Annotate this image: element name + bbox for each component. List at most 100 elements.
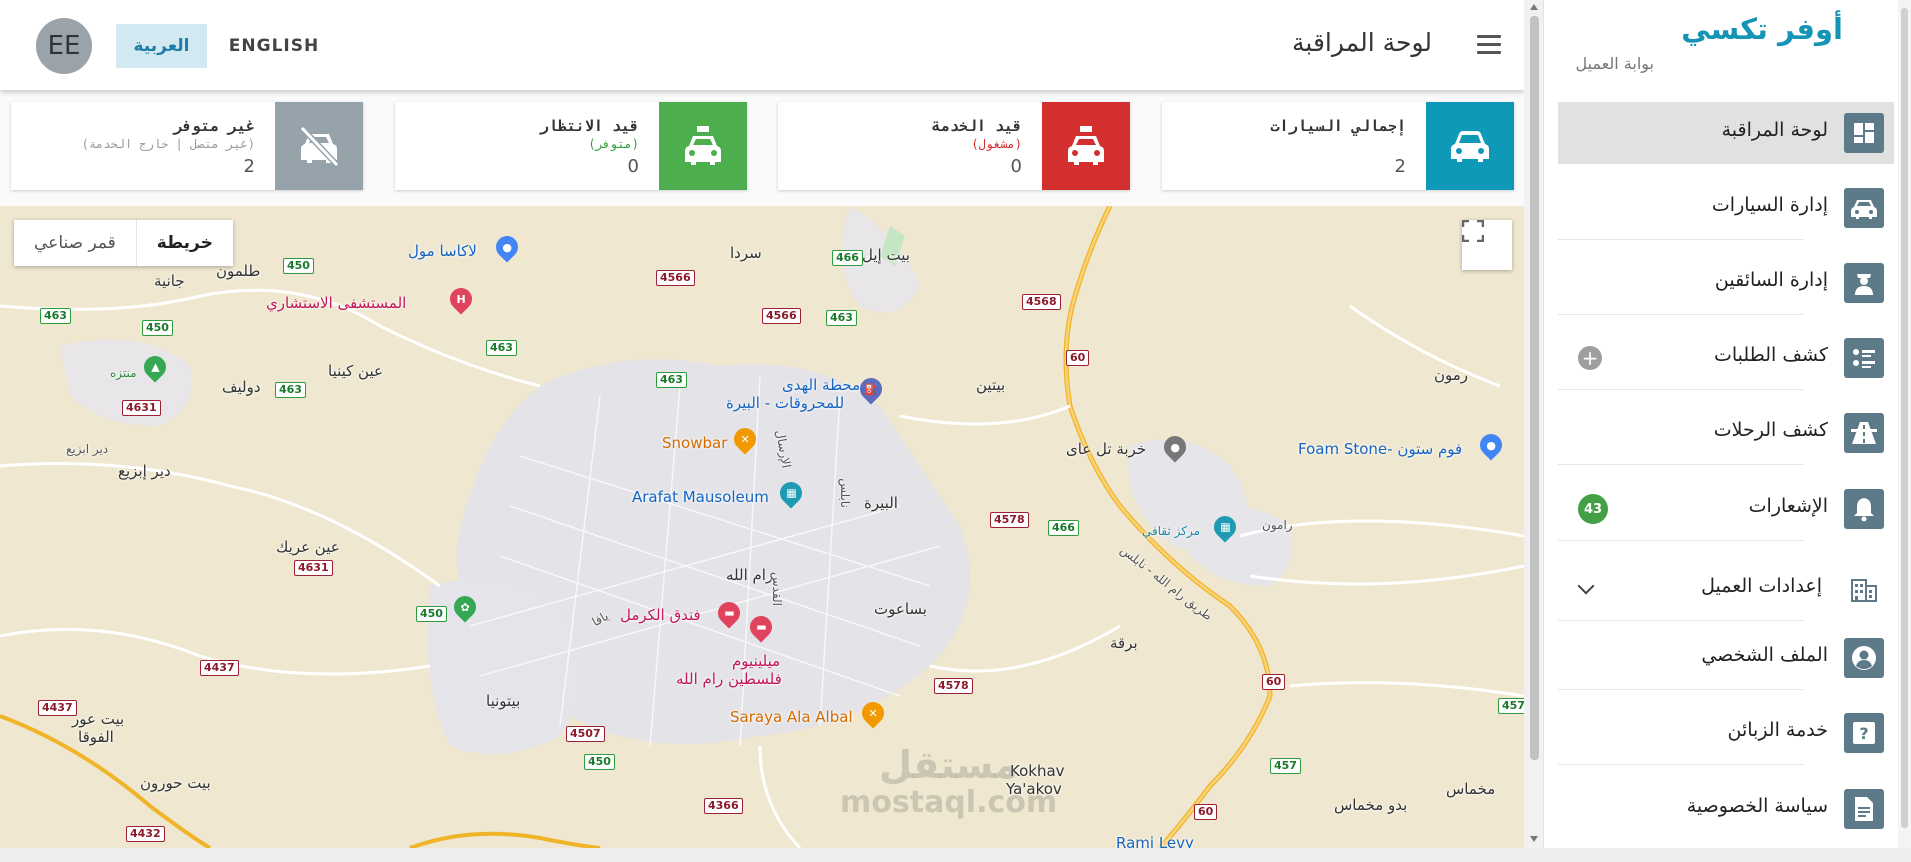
fullscreen-button[interactable] bbox=[1462, 220, 1512, 270]
main-content: لوحة المراقبة EE العربية ENGLISH إجمالي … bbox=[0, 0, 1524, 848]
divider bbox=[1558, 620, 1804, 621]
map-label: دير إبزيع bbox=[118, 462, 171, 480]
lang-english-button[interactable]: ENGLISH bbox=[228, 24, 320, 68]
scroll-up-arrow-icon[interactable] bbox=[1530, 4, 1538, 10]
sidebar-item-profile[interactable]: الملف الشخصي bbox=[1558, 627, 1894, 690]
sidebar-item-label: إدارة السائقين bbox=[1714, 269, 1828, 291]
sidebar-item-client-settings[interactable]: إعدادات العميل bbox=[1558, 558, 1894, 621]
road-icon bbox=[1844, 413, 1884, 453]
map-label: منتزه bbox=[110, 366, 137, 380]
chevron-down-icon[interactable] bbox=[1577, 577, 1595, 595]
road-shield: 450 bbox=[142, 320, 173, 336]
card-label: قيد الخدمة bbox=[931, 117, 1022, 135]
road-shield: 457 bbox=[1270, 758, 1301, 774]
dashboard-icon bbox=[1844, 113, 1884, 153]
card-value: 2 bbox=[243, 156, 255, 177]
account-icon bbox=[1844, 638, 1884, 678]
brand-title: أوفر تكسي bbox=[1681, 12, 1843, 46]
map-label: الفوقا bbox=[78, 728, 114, 746]
watermark: مستقل mostaql.com bbox=[840, 746, 1057, 822]
sidebar-item-notifications[interactable]: الإشعارات 43 bbox=[1558, 478, 1894, 541]
stat-card-total-cars[interactable]: إجمالي السيارات 2 bbox=[1162, 102, 1514, 190]
road-shield: 4631 bbox=[294, 560, 333, 576]
map-label: لاكاسا مول bbox=[408, 242, 477, 260]
road-shield: 450 bbox=[584, 754, 615, 770]
sidebar-scrollbar-thumb[interactable] bbox=[1901, 8, 1908, 828]
card-label: غير متوفر bbox=[173, 117, 255, 135]
road-shield: 4566 bbox=[656, 270, 695, 286]
sidebar-item-label: إعدادات العميل bbox=[1701, 575, 1822, 597]
lang-arabic-button[interactable]: العربية bbox=[116, 24, 207, 68]
road-shield: 4437 bbox=[200, 660, 239, 676]
list-icon bbox=[1844, 338, 1884, 378]
sidebar-item-label: لوحة المراقبة bbox=[1721, 119, 1828, 141]
satellite-toggle-button[interactable]: قمر صناعي bbox=[14, 220, 137, 266]
map-label: فندق الكرمل bbox=[620, 606, 701, 624]
road-shield: 4568 bbox=[1022, 294, 1061, 310]
stat-card-unavailable[interactable]: غير متوفر (غير متصل | خارج الخدمة) 2 bbox=[11, 102, 363, 190]
map-label: دير ابزيع bbox=[66, 442, 109, 456]
card-sublabel: (مشغول) bbox=[971, 137, 1022, 151]
map-background bbox=[0, 206, 1524, 848]
sidebar-item-trips[interactable]: كشف الرحلات bbox=[1558, 402, 1894, 465]
map-label: رمون bbox=[1434, 366, 1469, 384]
road-shield: 4432 bbox=[126, 826, 165, 842]
scroll-down-arrow-icon[interactable] bbox=[1530, 836, 1538, 842]
road-shield: 60 bbox=[1066, 350, 1090, 366]
map-toggle-button[interactable]: خريطة bbox=[137, 220, 233, 266]
map-label: رامون bbox=[1262, 518, 1293, 532]
sidebar-item-drivers[interactable]: إدارة السائقين bbox=[1558, 252, 1894, 315]
divider bbox=[1558, 540, 1804, 541]
sidebar-item-label: سياسة الخصوصية bbox=[1686, 795, 1828, 817]
road-shield: 4437 bbox=[38, 700, 77, 716]
map-label: للمحروقات - البيرة bbox=[726, 394, 845, 412]
road-shield: 60 bbox=[1262, 674, 1286, 690]
road-shield: 463 bbox=[826, 310, 857, 326]
divider bbox=[1558, 689, 1804, 690]
map-label: جانية bbox=[154, 272, 185, 290]
map-label: سردا bbox=[730, 244, 762, 262]
sidebar-item-label: الإشعارات bbox=[1748, 495, 1828, 517]
map-label: القدس bbox=[770, 571, 785, 607]
map-label: محطة الهدى bbox=[782, 376, 861, 394]
map-label: رام الله bbox=[726, 566, 774, 584]
scrollbar-thumb[interactable] bbox=[1530, 16, 1539, 760]
add-order-icon[interactable]: + bbox=[1578, 346, 1602, 370]
app-bar: لوحة المراقبة EE العربية ENGLISH bbox=[0, 0, 1524, 90]
main-scrollbar[interactable] bbox=[1526, 0, 1543, 848]
bottom-strip bbox=[0, 848, 1911, 862]
document-icon bbox=[1844, 789, 1884, 829]
sidebar-item-dashboard[interactable]: لوحة المراقبة bbox=[1558, 102, 1894, 164]
sidebar-item-orders[interactable]: كشف الطلبات + bbox=[1558, 327, 1894, 390]
road-shield: 4631 bbox=[122, 400, 161, 416]
map-label: ميلينيوم bbox=[732, 652, 781, 670]
sidebar-item-cars[interactable]: إدارة السيارات bbox=[1558, 177, 1894, 240]
road-shield: 4507 bbox=[566, 726, 605, 742]
road-shield: 463 bbox=[275, 382, 306, 398]
sidebar-item-label: الملف الشخصي bbox=[1701, 644, 1828, 666]
map-type-toggle[interactable]: قمر صناعي خريطة bbox=[14, 220, 233, 266]
map-label: عين عريك bbox=[276, 538, 340, 556]
map-label: برقة bbox=[1110, 634, 1138, 652]
map-label: Arafat Mausoleum bbox=[632, 488, 769, 506]
sidebar-item-privacy-policy[interactable]: سياسة الخصوصية bbox=[1558, 778, 1894, 840]
road-shield: 4566 bbox=[762, 308, 801, 324]
map-label: مركز ثقافي bbox=[1142, 524, 1201, 538]
menu-icon[interactable] bbox=[1477, 35, 1501, 55]
sidebar-item-customer-service[interactable]: ? خدمة الزبائن bbox=[1558, 702, 1894, 765]
avatar[interactable]: EE bbox=[36, 18, 92, 74]
page-title: لوحة المراقبة bbox=[1292, 28, 1432, 57]
map-label: Saraya Ala Albal bbox=[730, 708, 853, 726]
car-off-icon bbox=[275, 102, 363, 190]
card-sublabel: (متوفر) bbox=[588, 137, 639, 151]
map-label: المستشفى الاستشاري bbox=[266, 294, 407, 312]
road-shield: 4366 bbox=[704, 798, 743, 814]
sidebar-scrollbar[interactable] bbox=[1898, 0, 1911, 848]
map-view[interactable]: قمر صناعي خريطة لاكاسا مول ● المستشفى ال… bbox=[0, 206, 1524, 848]
stat-card-waiting[interactable]: قيد الانتظار (متوفر) 0 bbox=[395, 102, 747, 190]
stat-card-in-service[interactable]: قيد الخدمة (مشغول) 0 bbox=[778, 102, 1130, 190]
brand-subtitle: بوابة العميل bbox=[1575, 54, 1654, 73]
card-label: إجمالي السيارات bbox=[1270, 117, 1406, 135]
map-label: بيت حورون bbox=[140, 774, 211, 792]
map-label: بيت إيل bbox=[862, 246, 910, 264]
